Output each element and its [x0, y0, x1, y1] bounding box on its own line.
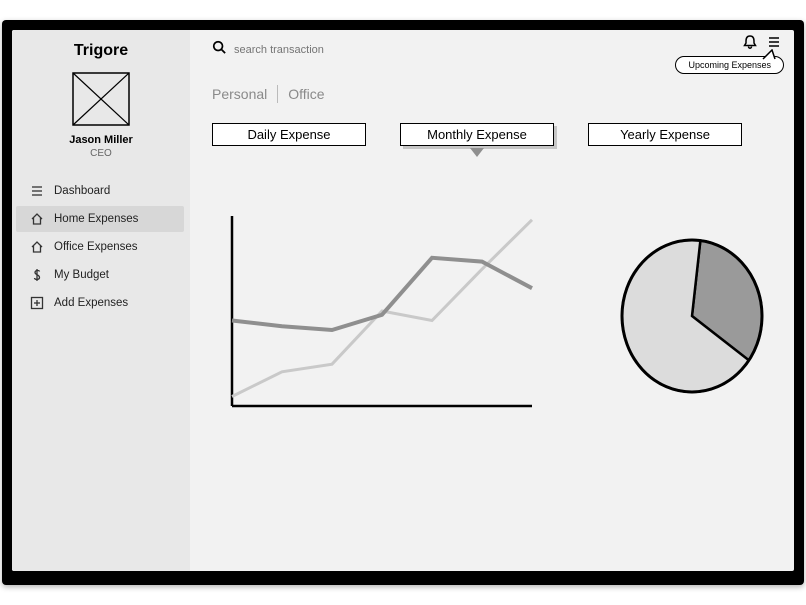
sidebar-nav: Dashboard Home Expenses Office Expenses	[12, 177, 190, 317]
upcoming-expenses-callout[interactable]: Upcoming Expenses	[675, 56, 784, 74]
bell-icon[interactable]	[742, 34, 758, 55]
home-outline-icon	[30, 240, 44, 254]
user-role: CEO	[12, 148, 190, 159]
search-input[interactable]	[232, 43, 372, 57]
main-content: Upcoming Expenses Personal Office Daily …	[190, 30, 794, 571]
user-name: Jason Miller	[12, 134, 190, 146]
sidebar-item-office-expenses[interactable]: Office Expenses	[16, 234, 184, 260]
tab-office[interactable]: Office	[288, 86, 324, 102]
menu-icon	[30, 184, 44, 198]
sidebar: Trigore Jason Miller CEO Dashboard	[12, 30, 190, 571]
divider	[277, 85, 278, 103]
dollar-icon	[30, 268, 44, 282]
home-outline-icon	[30, 212, 44, 226]
brand-title: Trigore	[12, 38, 190, 68]
tab-personal[interactable]: Personal	[212, 86, 267, 102]
search-icon	[212, 40, 226, 59]
tab-yearly-expense[interactable]: Yearly Expense	[588, 123, 742, 146]
avatar[interactable]	[72, 72, 130, 126]
sidebar-item-label: My Budget	[54, 269, 109, 281]
sidebar-item-label: Add Expenses	[54, 297, 128, 309]
sidebar-item-home-expenses[interactable]: Home Expenses	[16, 206, 184, 232]
sidebar-item-label: Office Expenses	[54, 241, 138, 253]
tab-monthly-expense[interactable]: Monthly Expense	[400, 123, 554, 146]
sidebar-item-my-budget[interactable]: My Budget	[16, 262, 184, 288]
pie-chart	[612, 236, 772, 396]
sidebar-item-label: Dashboard	[54, 185, 110, 197]
scope-tabs: Personal Office	[212, 85, 772, 103]
tab-daily-expense[interactable]: Daily Expense	[212, 123, 366, 146]
line-chart	[212, 206, 542, 426]
sidebar-item-label: Home Expenses	[54, 213, 138, 225]
search[interactable]	[212, 40, 372, 59]
sidebar-item-dashboard[interactable]: Dashboard	[16, 178, 184, 204]
sidebar-item-add-expenses[interactable]: Add Expenses	[16, 290, 184, 316]
expense-tabs: Daily Expense Monthly Expense Yearly Exp…	[212, 123, 772, 146]
plus-box-icon	[30, 296, 44, 310]
